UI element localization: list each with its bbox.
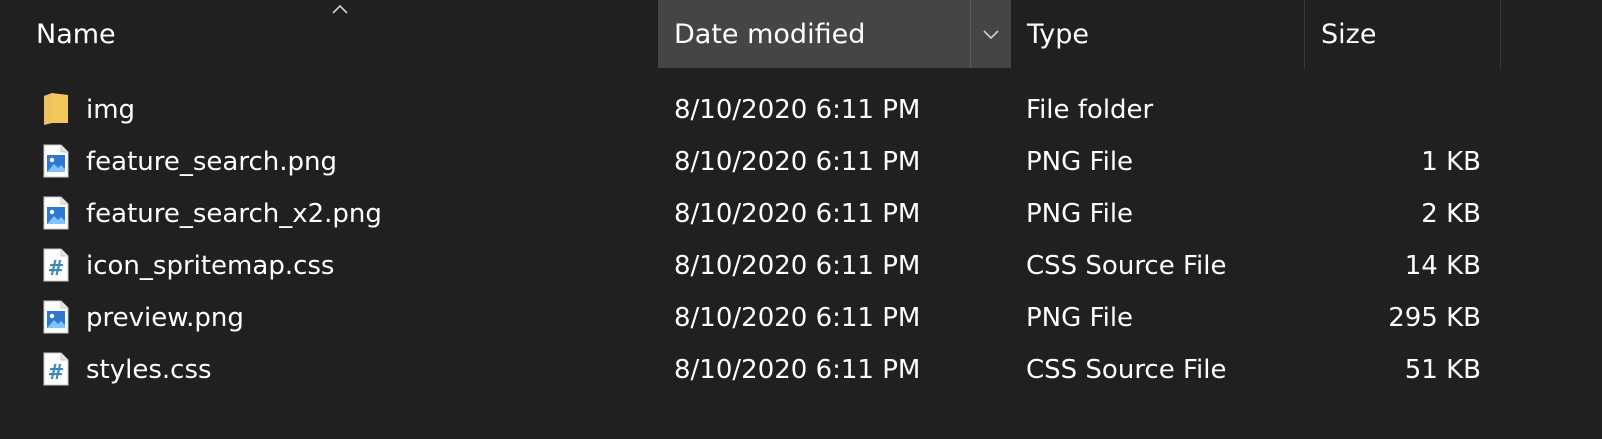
svg-text:#: # (48, 256, 65, 280)
file-date-modified: 8/10/2020 6:11 PM (674, 199, 921, 229)
file-date-modified: 8/10/2020 6:11 PM (674, 95, 921, 125)
file-size: 295 KB (1388, 303, 1481, 333)
file-row[interactable]: feature_search.png 8/10/2020 6:11 PM PNG… (0, 136, 1602, 188)
column-header-type-label: Type (1027, 18, 1090, 50)
file-date-modified: 8/10/2020 6:11 PM (674, 355, 921, 385)
column-header-name[interactable]: Name (20, 0, 658, 68)
file-list: img 8/10/2020 6:11 PM File folder featur… (0, 84, 1602, 396)
file-size: 2 KB (1421, 199, 1481, 229)
file-name: img (86, 95, 136, 125)
column-resize-handle-type[interactable] (1304, 0, 1305, 68)
column-filter-dropdown-button[interactable] (971, 0, 1011, 68)
file-type: File folder (1026, 95, 1154, 125)
file-row[interactable]: img 8/10/2020 6:11 PM File folder (0, 84, 1602, 136)
file-row[interactable]: preview.png 8/10/2020 6:11 PM PNG File 2… (0, 292, 1602, 344)
file-name: styles.css (86, 355, 212, 385)
folder-icon (44, 93, 68, 125)
file-type: PNG File (1026, 303, 1134, 333)
image-file-icon (43, 196, 69, 230)
file-type: PNG File (1026, 147, 1134, 177)
column-header-size-label: Size (1321, 18, 1377, 50)
image-file-icon (43, 300, 69, 334)
image-file-icon (43, 144, 69, 178)
chevron-down-icon (983, 30, 999, 40)
file-row[interactable]: feature_search_x2.png 8/10/2020 6:11 PM … (0, 188, 1602, 240)
column-header-date-modified[interactable]: Date modified (658, 0, 1011, 68)
column-header-type[interactable]: Type (1011, 0, 1305, 68)
css-file-icon: # (43, 248, 69, 282)
column-resize-handle-size[interactable] (1500, 0, 1501, 68)
column-header-name-label: Name (36, 18, 116, 50)
file-row[interactable]: # icon_spritemap.css 8/10/2020 6:11 PM C… (0, 240, 1602, 292)
column-header-date-modified-label: Date modified (674, 18, 866, 50)
column-header-size[interactable]: Size (1305, 0, 1501, 68)
css-file-icon: # (43, 352, 69, 386)
file-row[interactable]: # styles.css 8/10/2020 6:11 PM CSS Sourc… (0, 344, 1602, 396)
file-name: feature_search_x2.png (86, 199, 382, 229)
file-date-modified: 8/10/2020 6:11 PM (674, 251, 921, 281)
file-type: CSS Source File (1026, 355, 1227, 385)
file-date-modified: 8/10/2020 6:11 PM (674, 303, 921, 333)
file-type: PNG File (1026, 199, 1134, 229)
file-name: preview.png (86, 303, 244, 333)
file-size: 1 KB (1421, 147, 1481, 177)
file-size: 14 KB (1404, 251, 1481, 281)
column-header-bar: Name Date modified Type Size (0, 0, 1602, 68)
column-resize-handle-date[interactable] (970, 0, 971, 68)
file-size: 51 KB (1404, 355, 1481, 385)
svg-text:#: # (48, 360, 65, 384)
file-explorer-details-view: Name Date modified Type Size img 8/10/20… (0, 0, 1602, 439)
file-name: feature_search.png (86, 147, 337, 177)
file-date-modified: 8/10/2020 6:11 PM (674, 147, 921, 177)
file-name: icon_spritemap.css (86, 251, 335, 281)
file-type: CSS Source File (1026, 251, 1227, 281)
file-size (1300, 84, 1481, 136)
